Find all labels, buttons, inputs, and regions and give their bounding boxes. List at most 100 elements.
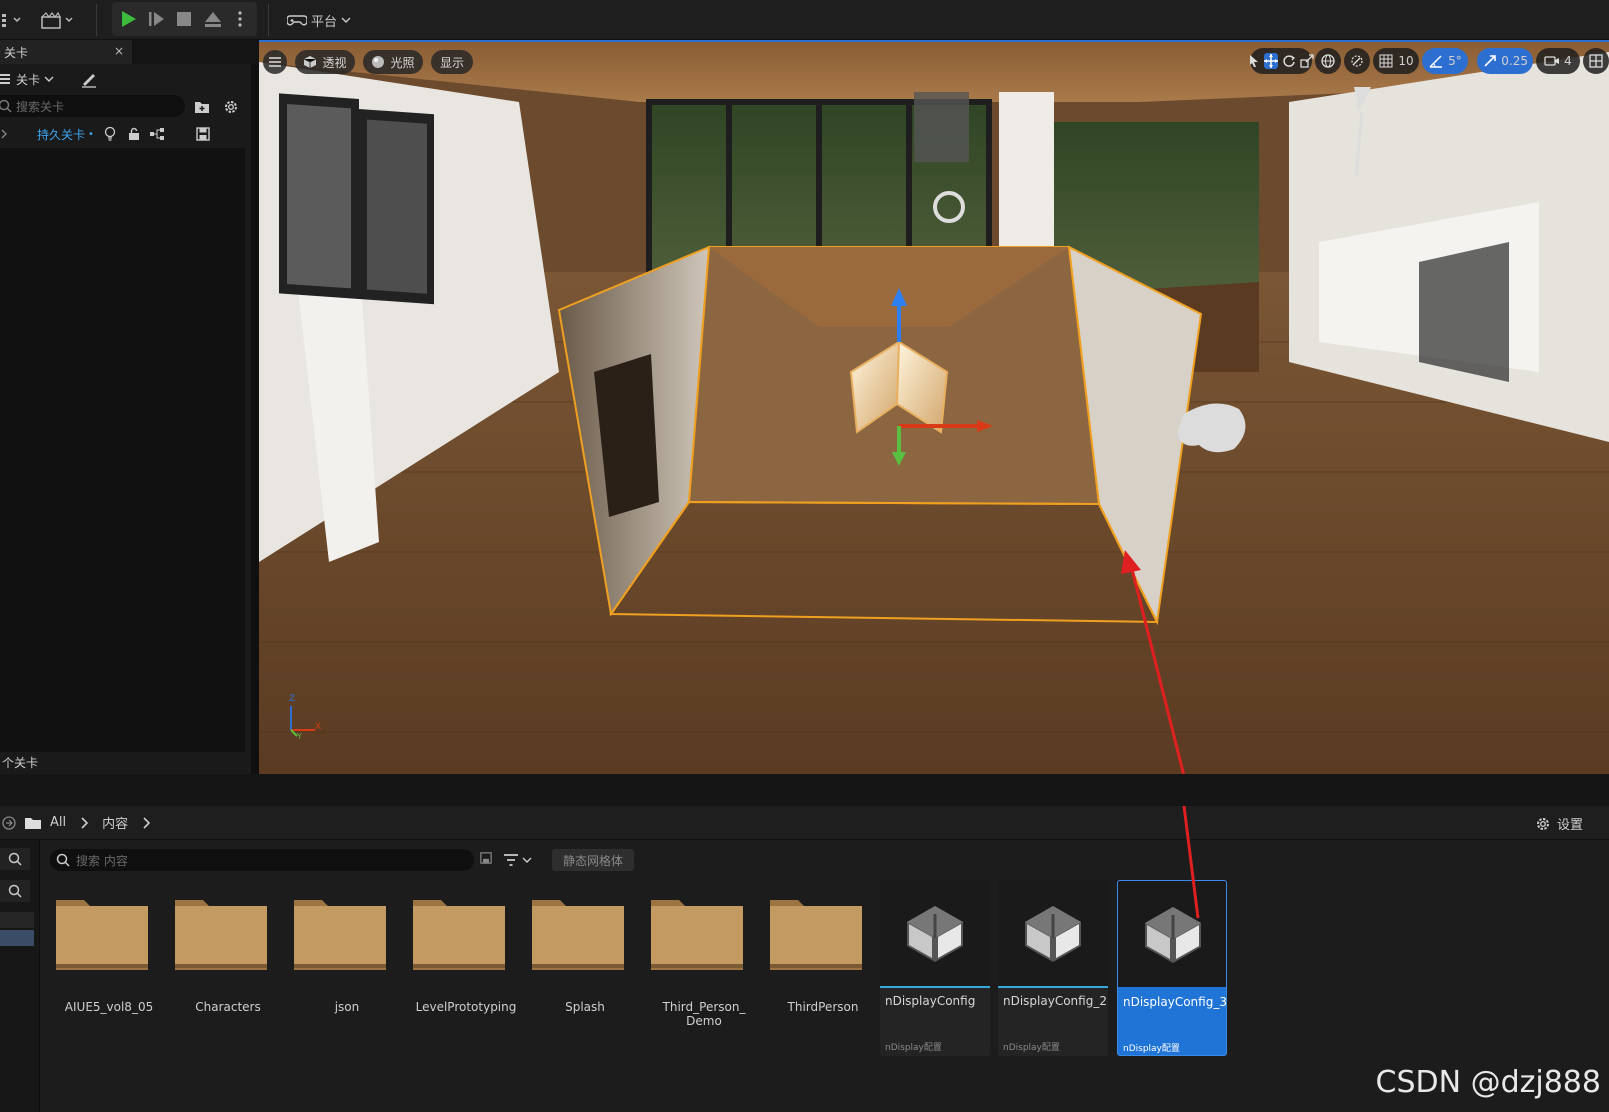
levels-count-footer: 个关卡 (2, 756, 39, 770)
camera-icon (1544, 53, 1560, 69)
folder-tile[interactable]: json (292, 880, 402, 1060)
search-icon (0, 99, 12, 113)
angle-icon (1428, 53, 1444, 69)
save-icon[interactable] (196, 127, 210, 141)
folder-name: Third_Person_ Demo (662, 1000, 746, 1028)
list-item[interactable]: 持久关卡 • (0, 124, 245, 144)
viewport-menu-button[interactable] (263, 50, 287, 74)
pencil-icon[interactable] (78, 68, 100, 90)
save-search-icon[interactable] (480, 852, 496, 868)
select-arrow-icon[interactable] (1248, 53, 1260, 69)
sources-tree-row[interactable] (0, 912, 34, 928)
eject-icon[interactable] (200, 5, 226, 33)
level-viewport[interactable]: 透视 光照 显示 10 5° 0.25 4 Z X Y (259, 40, 1609, 774)
chevron-down-icon (522, 857, 532, 863)
folder-name: Characters (195, 1000, 261, 1014)
axis-x-label: X (315, 722, 322, 732)
globe-icon (1320, 53, 1336, 69)
viewport-tools: 10 5° 0.25 4 (1250, 48, 1609, 74)
rotate-icon[interactable] (1282, 53, 1296, 69)
folder-tile[interactable]: ThirdPerson (768, 880, 878, 1060)
folder-tile[interactable]: Characters (173, 880, 283, 1060)
folder-tile[interactable]: LevelPrototyping (411, 880, 521, 1060)
camera-speed-value: 4 (1564, 54, 1572, 68)
filter-dropdown[interactable] (504, 850, 540, 870)
scale-arrow-icon (1482, 53, 1497, 69)
folder-icon (532, 900, 624, 970)
sphere-icon (372, 56, 385, 68)
folder-name: ThirdPerson (787, 1000, 859, 1014)
levels-dropdown[interactable]: 关卡 (0, 68, 54, 90)
hierarchy-icon[interactable] (149, 128, 166, 140)
breadcrumb-content[interactable]: 内容 (102, 813, 128, 832)
level-dirty-dot: • (88, 128, 94, 140)
scale-snap-button[interactable]: 0.25 (1477, 48, 1533, 74)
camera-speed-button[interactable]: 4 (1536, 48, 1580, 74)
sources-search-button[interactable] (0, 848, 30, 870)
rotation-snap-button[interactable]: 5° (1422, 48, 1468, 74)
transform-modes (1248, 48, 1314, 74)
folder-icon (175, 900, 267, 970)
more-options-icon[interactable] (230, 5, 250, 33)
axis-y-label: Y (297, 732, 302, 741)
layout-grid-icon (1588, 53, 1604, 69)
levels-scrollbar[interactable] (251, 64, 259, 778)
show-label: 显示 (439, 55, 464, 70)
folder-tile[interactable]: Splash (530, 880, 640, 1060)
move-icon[interactable] (1264, 53, 1278, 69)
search-icon (8, 852, 22, 866)
perspective-button[interactable]: 透视 (295, 50, 355, 74)
grid-icon (1378, 53, 1394, 69)
folder-icon (651, 900, 743, 970)
asset-tile[interactable]: nDisplayConfig_2 nDisplay配置 (998, 880, 1108, 1056)
lit-label: 光照 (390, 55, 415, 70)
content-browser: All 内容 设置 搜索 内容 静态网格体 AIUE5_vol8_05 Char… (0, 806, 1609, 1112)
asset-type: nDisplay配置 (1003, 1043, 1060, 1053)
surface-snap-button[interactable] (1344, 48, 1370, 74)
settings-button[interactable]: 设置 (1535, 814, 1583, 833)
folder-icon (770, 900, 862, 970)
content-search-input[interactable]: 搜索 内容 (50, 849, 474, 871)
play-icon[interactable] (116, 5, 140, 33)
folder-name: AIUE5_vol8_05 (64, 1000, 154, 1014)
gear-icon[interactable] (220, 97, 242, 117)
close-icon[interactable]: × (114, 44, 124, 58)
grid-menu-icon[interactable] (0, 6, 24, 34)
levels-tabbar: 关卡 × (0, 40, 259, 64)
step-forward-icon[interactable] (144, 5, 168, 33)
folder-tile[interactable]: AIUE5_vol8_05 (54, 880, 164, 1060)
cinematics-icon[interactable] (40, 6, 78, 34)
lightbulb-icon[interactable] (104, 126, 116, 142)
chevron-right-icon[interactable] (80, 816, 89, 829)
main-toolbar: 平台 (0, 0, 1609, 40)
add-level-icon[interactable] (192, 97, 212, 117)
gear-icon (1536, 817, 1549, 830)
asset-thumbnail (880, 880, 990, 988)
folder-icon (25, 817, 41, 829)
asset-tile[interactable]: nDisplayConfig nDisplay配置 (880, 880, 990, 1056)
axis-indicator: Z X Y (281, 694, 331, 744)
sources-tree-row-selected[interactable] (0, 930, 34, 946)
viewport-scene (259, 42, 1609, 774)
world-local-button[interactable] (1315, 48, 1341, 74)
folder-tile[interactable]: Third_Person_ Demo (649, 880, 759, 1060)
history-icon[interactable] (2, 815, 16, 830)
platform-label: 平台 (310, 14, 337, 30)
rotation-snap-value: 5° (1448, 54, 1462, 68)
grid-snap-button[interactable]: 10 (1373, 48, 1419, 74)
levels-dropdown-label: 关卡 (16, 72, 41, 87)
levels-search-input[interactable]: 搜索关卡 (0, 95, 185, 117)
chevron-right-icon[interactable] (142, 816, 151, 829)
lit-mode-button[interactable]: 光照 (363, 50, 423, 74)
collections-search-button[interactable] (0, 880, 30, 902)
lock-icon[interactable] (128, 127, 140, 141)
asset-search-row: 搜索 内容 静态网格体 (40, 840, 1609, 880)
platform-dropdown[interactable]: 平台 (284, 6, 354, 34)
breadcrumb-all[interactable]: All (50, 815, 66, 830)
static-mesh-filter-chip[interactable]: 静态网格体 (552, 849, 634, 871)
tab-levels[interactable]: 关卡 × (0, 40, 132, 64)
stop-icon[interactable] (172, 5, 196, 33)
scale-icon[interactable] (1300, 53, 1314, 69)
layout-button[interactable] (1583, 48, 1609, 74)
show-button[interactable]: 显示 (431, 50, 473, 74)
